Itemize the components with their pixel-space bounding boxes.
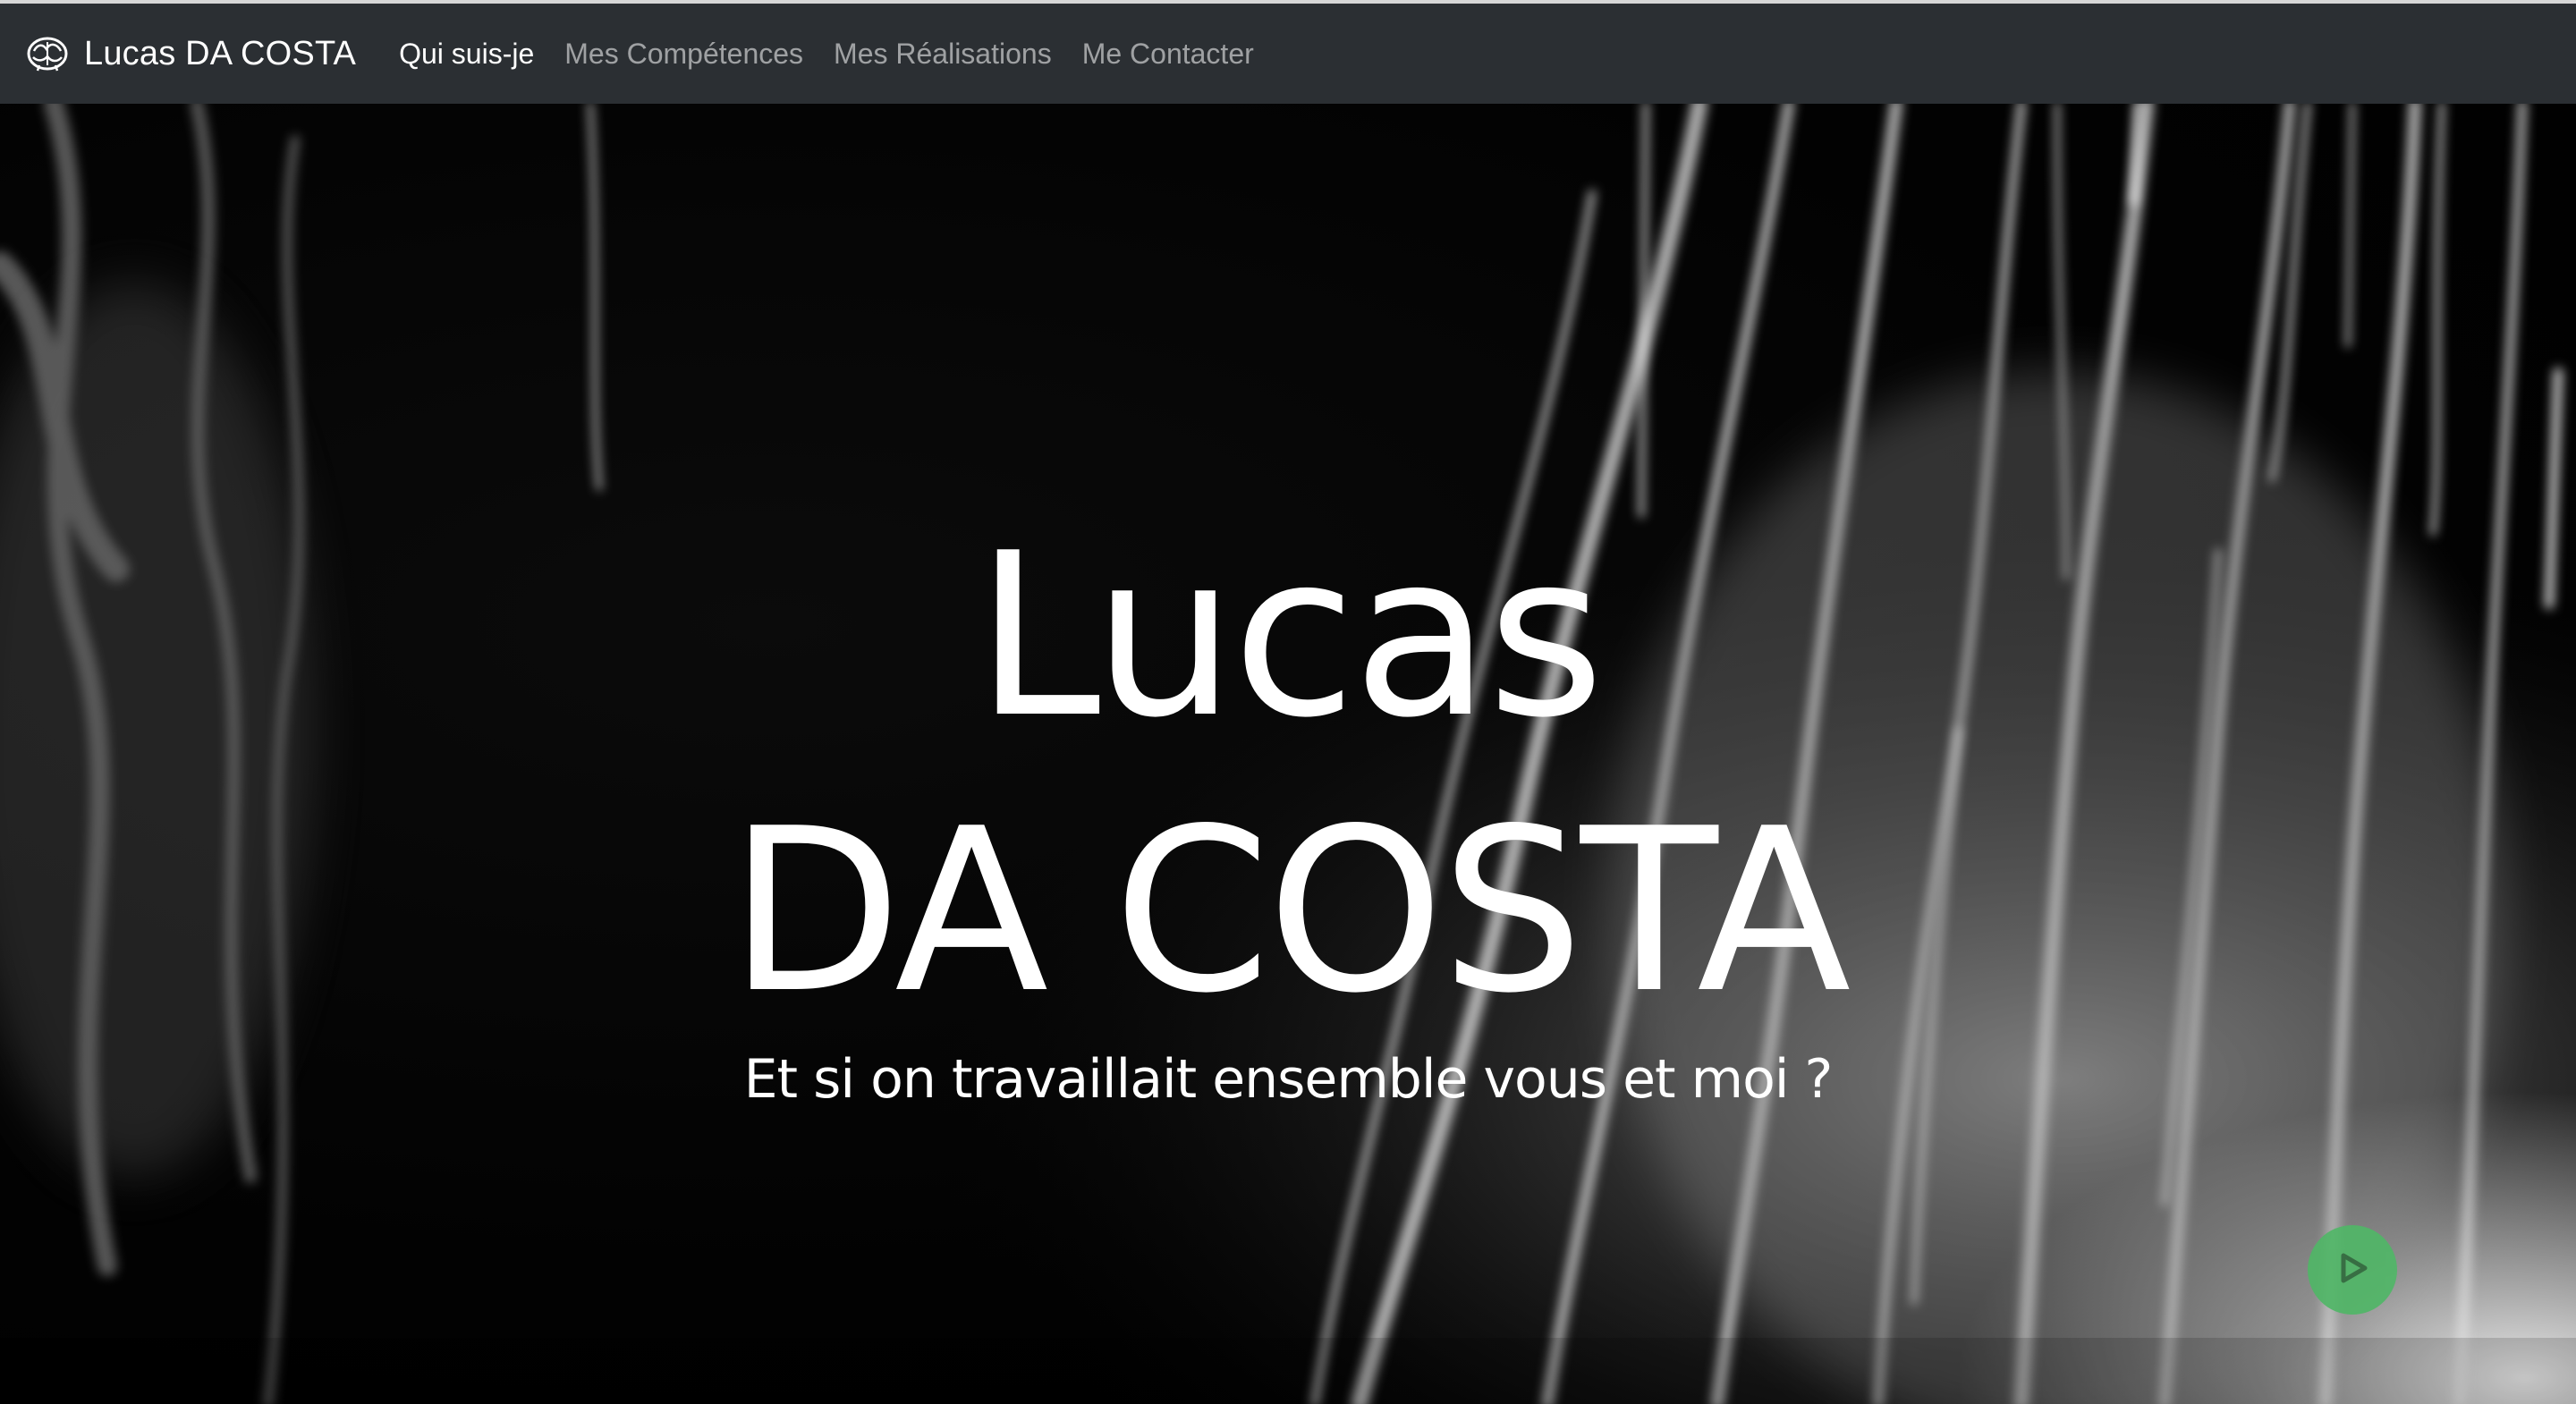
- nav-link-qui-suis-je[interactable]: Qui suis-je: [399, 38, 534, 70]
- nav-link-contacter[interactable]: Me Contacter: [1082, 38, 1254, 70]
- nav-item-qui-suis-je: Qui suis-je: [399, 38, 534, 71]
- nav-link-realisations[interactable]: Mes Réalisations: [834, 38, 1052, 70]
- page: Lucas DA COSTA Qui suis-je Mes Compétenc…: [0, 0, 2576, 1404]
- hero-subtitle: Et si on travaillait ensemble vous et mo…: [743, 1048, 1834, 1111]
- nav-menu: Qui suis-je Mes Compétences Mes Réalisat…: [399, 38, 1254, 71]
- hero-section: Lucas DA COSTA Et si on travaillait ense…: [0, 104, 2576, 1404]
- nav-item-competences: Mes Compétences: [564, 38, 803, 71]
- nav-item-realisations: Mes Réalisations: [834, 38, 1052, 71]
- nav-item-contacter: Me Contacter: [1082, 38, 1254, 71]
- brand-name: Lucas DA COSTA: [84, 34, 357, 72]
- navbar: Lucas DA COSTA Qui suis-je Mes Compétenc…: [0, 4, 2576, 104]
- nav-link-competences[interactable]: Mes Compétences: [564, 38, 803, 70]
- hero-first-name: Lucas: [975, 505, 1605, 767]
- brain-icon: [25, 33, 70, 74]
- hero-content: Lucas DA COSTA Et si on travaillait ense…: [0, 104, 2576, 1404]
- window-top-border: [0, 0, 2576, 4]
- play-button[interactable]: [2308, 1225, 2397, 1315]
- brand-link[interactable]: Lucas DA COSTA: [25, 33, 356, 74]
- play-icon: [2333, 1248, 2372, 1292]
- hero-last-name: DA COSTA: [728, 781, 1851, 1043]
